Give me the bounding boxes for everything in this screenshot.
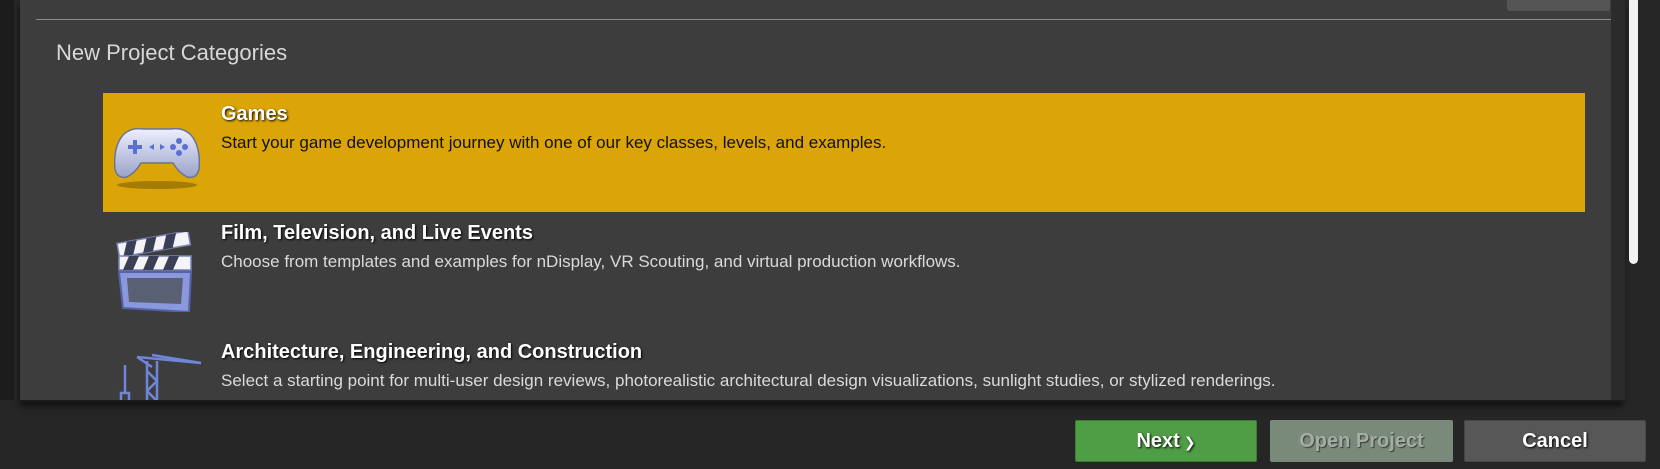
category-description: Select a starting point for multi-user d…	[221, 371, 1276, 390]
open-project-label: Open Project	[1299, 429, 1424, 452]
category-item-architecture[interactable]: Architecture, Engineering, and Construct…	[103, 331, 1585, 400]
section-title: New Project Categories	[56, 40, 288, 65]
category-title: Games	[221, 103, 288, 125]
gamepad-icon	[113, 127, 201, 189]
partial-button[interactable]	[1507, 0, 1610, 11]
category-list: Games Start your game development journe…	[103, 93, 1585, 400]
open-project-button[interactable]: Open Project	[1270, 420, 1453, 462]
category-title: Architecture, Engineering, and Construct…	[221, 341, 643, 363]
next-button[interactable]: Next ❯	[1075, 420, 1257, 462]
category-title: Film, Television, and Live Events	[221, 222, 533, 244]
category-description: Start your game development journey with…	[221, 133, 887, 152]
chevron-right-icon: ❯	[1183, 433, 1196, 450]
category-panel: New Project Categories Games Start your …	[20, 0, 1623, 402]
cancel-label: Cancel	[1522, 429, 1588, 452]
scrollbar-thumb[interactable]	[1629, 0, 1638, 264]
category-description: Choose from templates and examples for n…	[221, 252, 961, 271]
next-button-label: Next	[1136, 429, 1180, 452]
clapperboard-icon	[116, 232, 193, 312]
scrollbar-track[interactable]	[1611, 0, 1625, 400]
divider	[36, 19, 1612, 20]
crane-icon	[119, 353, 202, 400]
window-left-edge	[0, 0, 14, 400]
category-item-games[interactable]: Games Start your game development journe…	[103, 93, 1585, 212]
category-item-film[interactable]: Film, Television, and Live Events Choose…	[103, 212, 1585, 331]
cancel-button[interactable]: Cancel	[1464, 420, 1646, 462]
